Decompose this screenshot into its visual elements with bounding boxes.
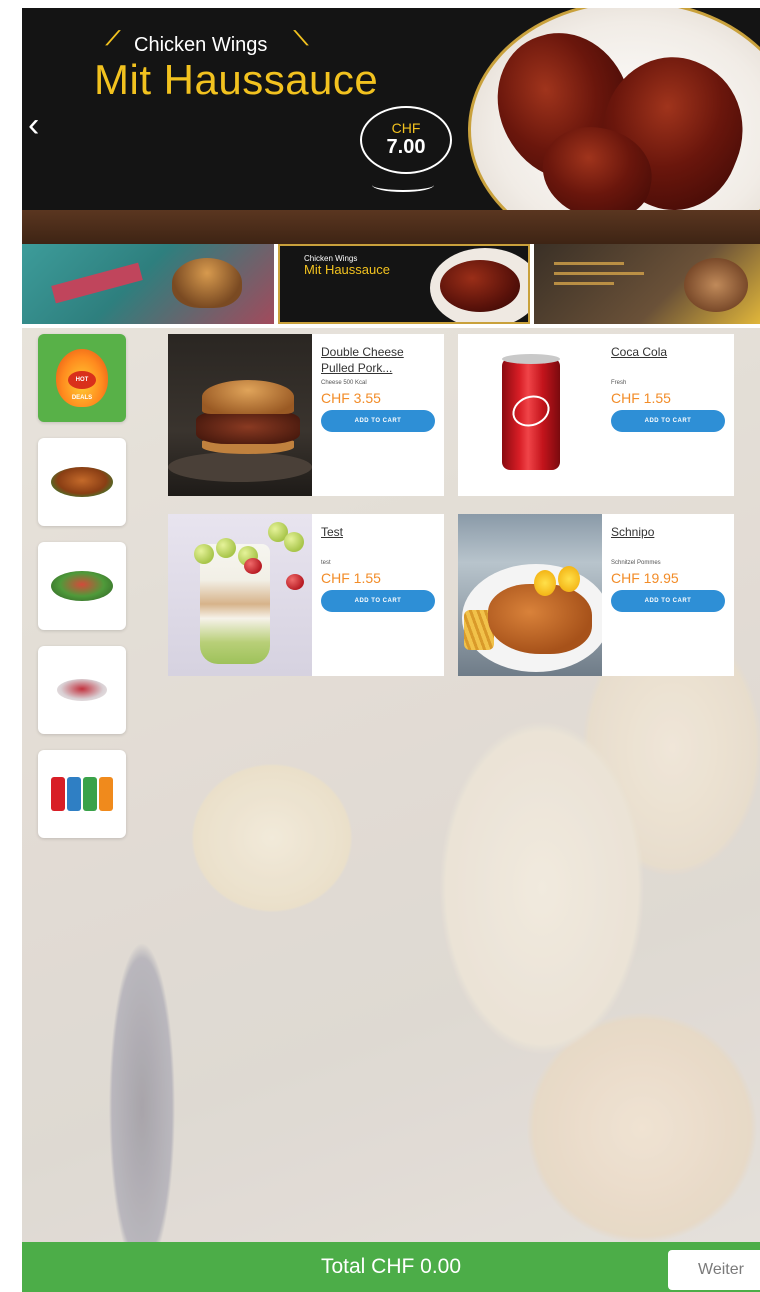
category-drinks[interactable]: [38, 750, 126, 838]
product-meta: test: [321, 560, 331, 566]
product-price: CHF 19.95: [611, 570, 679, 586]
category-hot-deals[interactable]: HOT DEALS: [38, 334, 126, 422]
dessert-dish-icon: [57, 679, 107, 701]
product-image: [168, 334, 312, 496]
add-to-cart-button[interactable]: ADD TO CART: [321, 590, 435, 612]
product-name[interactable]: Coca Cola: [611, 344, 729, 378]
promo-thumbnail-strip: Chicken Wings Mit Haussauce: [22, 244, 760, 324]
product-image: [458, 514, 602, 676]
hero-price-value: 7.00: [386, 136, 426, 158]
hero-price-badge: CHF 7.00: [360, 106, 452, 174]
hero-wood-board: [22, 210, 760, 244]
hero-price-swoosh: [372, 178, 434, 192]
burger-image: [172, 258, 242, 308]
product-meta: Cheese 500 Kcal: [321, 380, 367, 386]
product-info: Test test CHF 1.55 ADD TO CART: [321, 524, 439, 612]
hero-subtitle: Chicken Wings: [134, 34, 268, 56]
product-price: CHF 3.55: [321, 390, 381, 406]
thumbnail-banner-graphic: [51, 262, 143, 304]
hero-title: Mit Haussauce: [94, 56, 379, 103]
sparkle-right-icon: ⟍: [294, 28, 308, 50]
product-meta: Fresh: [611, 380, 627, 386]
sparkle-left-icon: ⟋: [106, 28, 120, 50]
product-info: Double Cheese Pulled Pork... Cheese 500 …: [321, 344, 439, 432]
app-frame: ⟋ Chicken Wings ⟍ Mit Haussauce CHF 7.00…: [22, 8, 760, 1292]
drink-cans-icon: [51, 777, 113, 811]
hot-deals-flame-icon: HOT DEALS: [56, 349, 108, 407]
add-to-cart-button[interactable]: ADD TO CART: [611, 590, 725, 612]
product-card[interactable]: Schnipo Schnitzel Pommes CHF 19.95 ADD T…: [458, 514, 734, 676]
product-name[interactable]: Schnipo: [611, 524, 729, 558]
chicken-wings-promo-thumbnail[interactable]: Chicken Wings Mit Haussauce: [278, 244, 530, 324]
product-card[interactable]: Double Cheese Pulled Pork... Cheese 500 …: [168, 334, 444, 496]
thumbnail-text-graphic: [554, 282, 614, 285]
cart-total: Total CHF 0.00: [320, 1255, 462, 1278]
thumbnail-title: Mit Haussauce: [304, 262, 390, 277]
product-meta: Schnitzel Pommes: [611, 560, 661, 566]
hot-deals-badge: HOT DEALS: [68, 371, 96, 401]
product-image: [458, 334, 602, 496]
thumbnail-wing-image: [440, 260, 520, 312]
product-card[interactable]: Test test CHF 1.55 ADD TO CART: [168, 514, 444, 676]
hero-price-currency: CHF: [391, 120, 421, 136]
product-info: Coca Cola Fresh CHF 1.55 ADD TO CART: [611, 344, 729, 432]
chicken-dish-icon: [51, 467, 113, 497]
product-image: [168, 514, 312, 676]
product-card[interactable]: Coca Cola Fresh CHF 1.55 ADD TO CART: [458, 334, 734, 496]
chevron-left-icon[interactable]: ‹: [28, 106, 39, 145]
add-to-cart-button[interactable]: ADD TO CART: [321, 410, 435, 432]
thumbnail-food-image: [684, 258, 748, 312]
add-to-cart-button[interactable]: ADD TO CART: [611, 410, 725, 432]
burger-promo-thumbnail[interactable]: [22, 244, 274, 324]
product-price: CHF 1.55: [321, 570, 381, 586]
promo-thumbnail-3[interactable]: [534, 244, 760, 324]
cart-total-bar: Total CHF 0.00 Weiter: [22, 1242, 760, 1292]
product-price: CHF 1.55: [611, 390, 671, 406]
category-salad[interactable]: [38, 542, 126, 630]
salad-dish-icon: [51, 571, 113, 601]
product-info: Schnipo Schnitzel Pommes CHF 19.95 ADD T…: [611, 524, 729, 612]
thumbnail-text-graphic: [554, 262, 624, 265]
category-dessert[interactable]: [38, 646, 126, 734]
product-name[interactable]: Double Cheese Pulled Pork...: [321, 344, 439, 378]
product-name[interactable]: Test: [321, 524, 439, 558]
category-chicken[interactable]: [38, 438, 126, 526]
weiter-button[interactable]: Weiter: [668, 1250, 760, 1290]
hero-banner[interactable]: ⟋ Chicken Wings ⟍ Mit Haussauce CHF 7.00…: [22, 8, 760, 244]
thumbnail-text-graphic: [554, 272, 644, 275]
